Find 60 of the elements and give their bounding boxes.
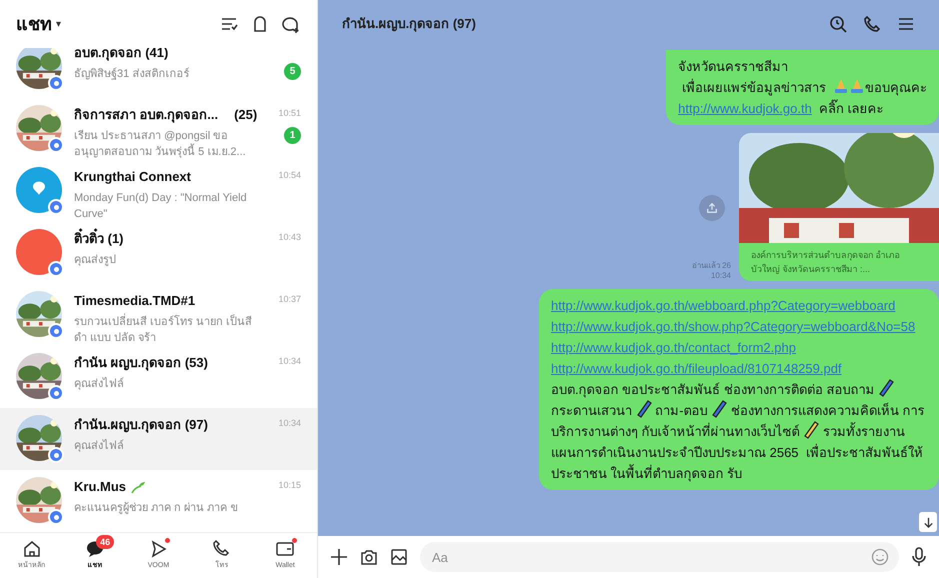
message-text: จังหวัดนครราชสีมา [678,58,790,76]
link-preview-card[interactable]: องค์การบริหารส่วนตำบลกุดจอก อำเภอบัวใหญ่ จังหวัดนครราชสีมา :... [739,133,939,281]
add-icon[interactable] [330,548,348,566]
community-badge-icon [48,261,64,277]
chat-time: 10:43 [278,231,301,244]
message-text: เพื่อเผยแพร่ข้อมูลข่าวสาร ขอบคุณคะ [680,77,927,98]
message-preview: คุณส่งไฟล์ [74,376,125,392]
message-preview: รบกวนเปลี่ยนสี เบอร์โทร นายก เป็นสีดำ แบบ ปลัด จร้า [74,314,254,346]
member-count: (25) [234,106,258,124]
praying-hands-icon [833,78,849,94]
chat-time: 10:51 [278,107,301,120]
chat-name: กำนัน.ผญบ.กุดจอก (97) [74,416,208,434]
menu-icon[interactable] [897,15,915,33]
home-icon [22,539,42,560]
chat-name: Krungthai Connext [74,168,191,186]
message-preview: คะแนนครูผู้ช่วย ภาค ก ผ่าน ภาค ข [74,500,240,516]
message-input[interactable]: Aa [420,542,899,572]
chat-name: กิจการสภา อบต.กุดจอก... [74,106,218,124]
chat-name: Timesmedia.TMD#1 [74,292,196,310]
message-preview: Monday Fun(d) Day : "Normal Yield Curve" [74,190,248,222]
community-badge-icon [48,323,64,339]
message-time: 10:34 [710,271,731,281]
community-badge-icon [48,447,64,463]
praying-hands-icon [849,78,865,94]
chat-title: กำนัน.ผญบ.กุดจอก (97) [342,15,476,34]
community-badge-icon [48,385,64,401]
message-text: อบต.กุดจอก ขอประชาสัมพันธ์ ช่องทางการติดต่อ สอบถาม กระดานเสวนา ถาม-ตอบ ช่องทางการแสดงความคิดเห็น การบริการงานต่างๆ กับเจ้าหน้าที่ผ่านทางเว็บไซต์ รวมทั้งรายงานแผนการดำเนินงานประจำปีงบประมาณ 2565 เพื่อประชาสัมพันธ์ให้ประชาชน ในพื้นที่ตำบลกุดจอก รับ [551,379,927,484]
message-preview: ธัญพิสิษฐ์31 ส่งสติกเกอร์ [74,66,190,82]
image-icon[interactable] [390,548,408,566]
unread-badge: 1 [284,126,301,144]
chat-time: 10:34 [278,417,301,430]
scroll-down-button[interactable] [919,512,937,532]
chat-row[interactable]: กำนัน.ผญบ.กุดจอก (97) คุณส่งไฟล์ 10:34 [0,408,317,470]
read-receipt: อ่านแล้ว 26 [692,261,731,271]
message-text: http://www.kudjok.go.th คลิ๊ก เลยคะ [678,98,885,118]
chat-name: กำนัน ผญบ.กุดจอก (53) [74,354,208,372]
chat-time: 10:54 [278,169,301,182]
sidebar-title: แชท [16,12,52,36]
chat-time: 10:37 [278,293,301,306]
community-badge-icon [48,509,64,525]
search-icon[interactable] [829,15,847,33]
message-preview: คุณส่งรูป [74,252,117,268]
chat-time: 10:15 [278,479,301,492]
message-preview: เรียน ประธานสภา @pongsil ขออนุญาตสอบถาม วันพรุ่งนี้ 5 เม.ย.2... [74,128,247,160]
chat-name: Kru.Mus [74,478,126,496]
count-badge: 46 [96,535,114,550]
community-badge-icon [48,75,64,91]
chat-time: 10:34 [278,355,301,368]
community-badge-icon [48,137,64,153]
community-badge-icon [48,199,64,215]
chat-name: ติ๋วติ๋ว (1) [74,229,124,248]
message-preview: คุณส่งไฟล์ [74,438,125,454]
link-preview-caption: องค์การบริหารส่วนตำบลกุดจอก อำเภอบัวใหญ่ จังหวัดนครราชสีมา :... [750,249,901,276]
emoji-icon[interactable] [871,548,889,566]
microphone-icon[interactable] [911,547,927,567]
arrow-down-icon [922,516,934,528]
camera-icon[interactable] [360,548,378,566]
upload-icon [706,202,718,214]
unread-badge: 5 [284,63,301,80]
phone-icon[interactable] [863,15,881,33]
